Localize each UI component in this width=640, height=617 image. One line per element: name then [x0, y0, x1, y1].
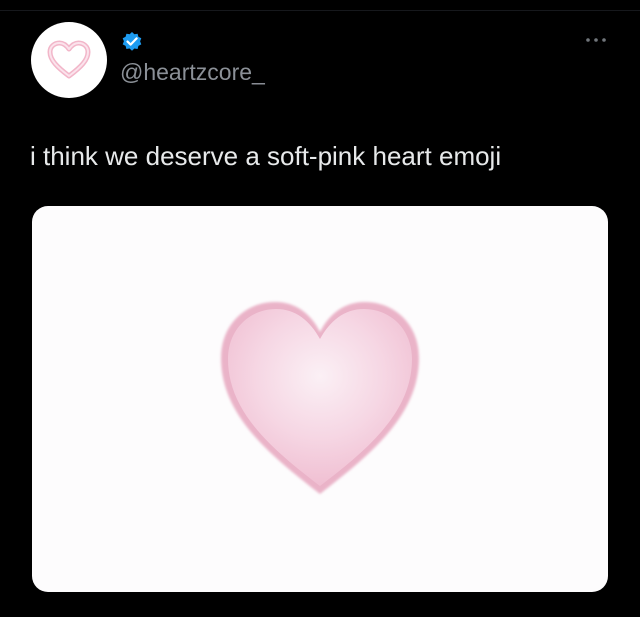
more-horizontal-icon	[586, 38, 606, 42]
author-handle[interactable]: @heartzcore_	[120, 58, 265, 86]
soft-pink-heart-emoji	[213, 292, 427, 506]
top-divider	[0, 0, 640, 11]
pink-heart-outline-icon	[47, 40, 91, 79]
verified-badge-icon	[121, 31, 143, 53]
tweet-media-image[interactable]	[32, 206, 608, 592]
more-button[interactable]	[578, 30, 614, 50]
avatar[interactable]	[31, 22, 107, 98]
tweet-text: i think we deserve a soft-pink heart emo…	[30, 141, 502, 171]
